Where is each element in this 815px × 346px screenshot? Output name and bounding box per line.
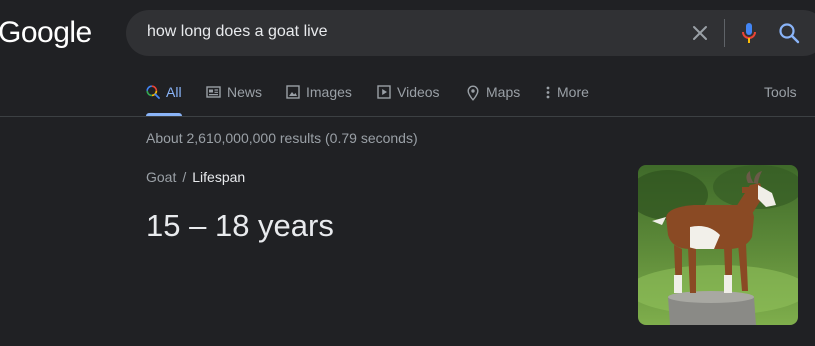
- search-box[interactable]: how long does a goat live: [126, 10, 815, 56]
- google-logo[interactable]: Google: [0, 16, 92, 50]
- breadcrumb-parent-link[interactable]: Goat: [146, 169, 176, 185]
- news-icon: [206, 84, 227, 102]
- result-stats: About 2,610,000,000 results (0.79 second…: [146, 130, 418, 146]
- more-vert-icon: [545, 84, 557, 102]
- breadcrumb-separator: /: [182, 169, 187, 185]
- tab-label: Maps: [486, 84, 521, 100]
- tab-label: All: [166, 84, 182, 100]
- tools-button[interactable]: Tools: [764, 84, 797, 116]
- tab-label: Videos: [397, 84, 440, 100]
- tab-label: Images: [306, 84, 352, 100]
- search-icon[interactable]: [777, 21, 801, 45]
- featured-answer: 15 – 18 years: [146, 208, 334, 243]
- tab-more[interactable]: More: [545, 84, 589, 116]
- tab-label: News: [227, 84, 263, 100]
- search-tabs: All News Images Videos Maps More Tools: [146, 84, 815, 116]
- tab-videos[interactable]: Videos: [377, 84, 440, 116]
- microphone-icon[interactable]: [738, 21, 760, 45]
- images-icon: [286, 84, 306, 102]
- breadcrumb: Goat / Lifespan: [146, 169, 245, 185]
- tab-maps[interactable]: Maps: [466, 84, 520, 116]
- search-icon: [146, 84, 166, 102]
- search-divider: [724, 19, 725, 47]
- videos-icon: [377, 84, 397, 102]
- clear-icon[interactable]: [689, 22, 711, 44]
- tab-label: More: [557, 84, 589, 100]
- maps-pin-icon: [466, 84, 486, 104]
- tab-images[interactable]: Images: [286, 84, 352, 116]
- tab-all[interactable]: All: [146, 84, 182, 116]
- tab-news[interactable]: News: [206, 84, 262, 116]
- search-input[interactable]: how long does a goat live: [147, 23, 328, 41]
- tools-label: Tools: [764, 84, 797, 100]
- breadcrumb-current: Lifespan: [192, 169, 246, 185]
- goat-image[interactable]: [638, 165, 798, 325]
- tabs-divider: [0, 116, 815, 117]
